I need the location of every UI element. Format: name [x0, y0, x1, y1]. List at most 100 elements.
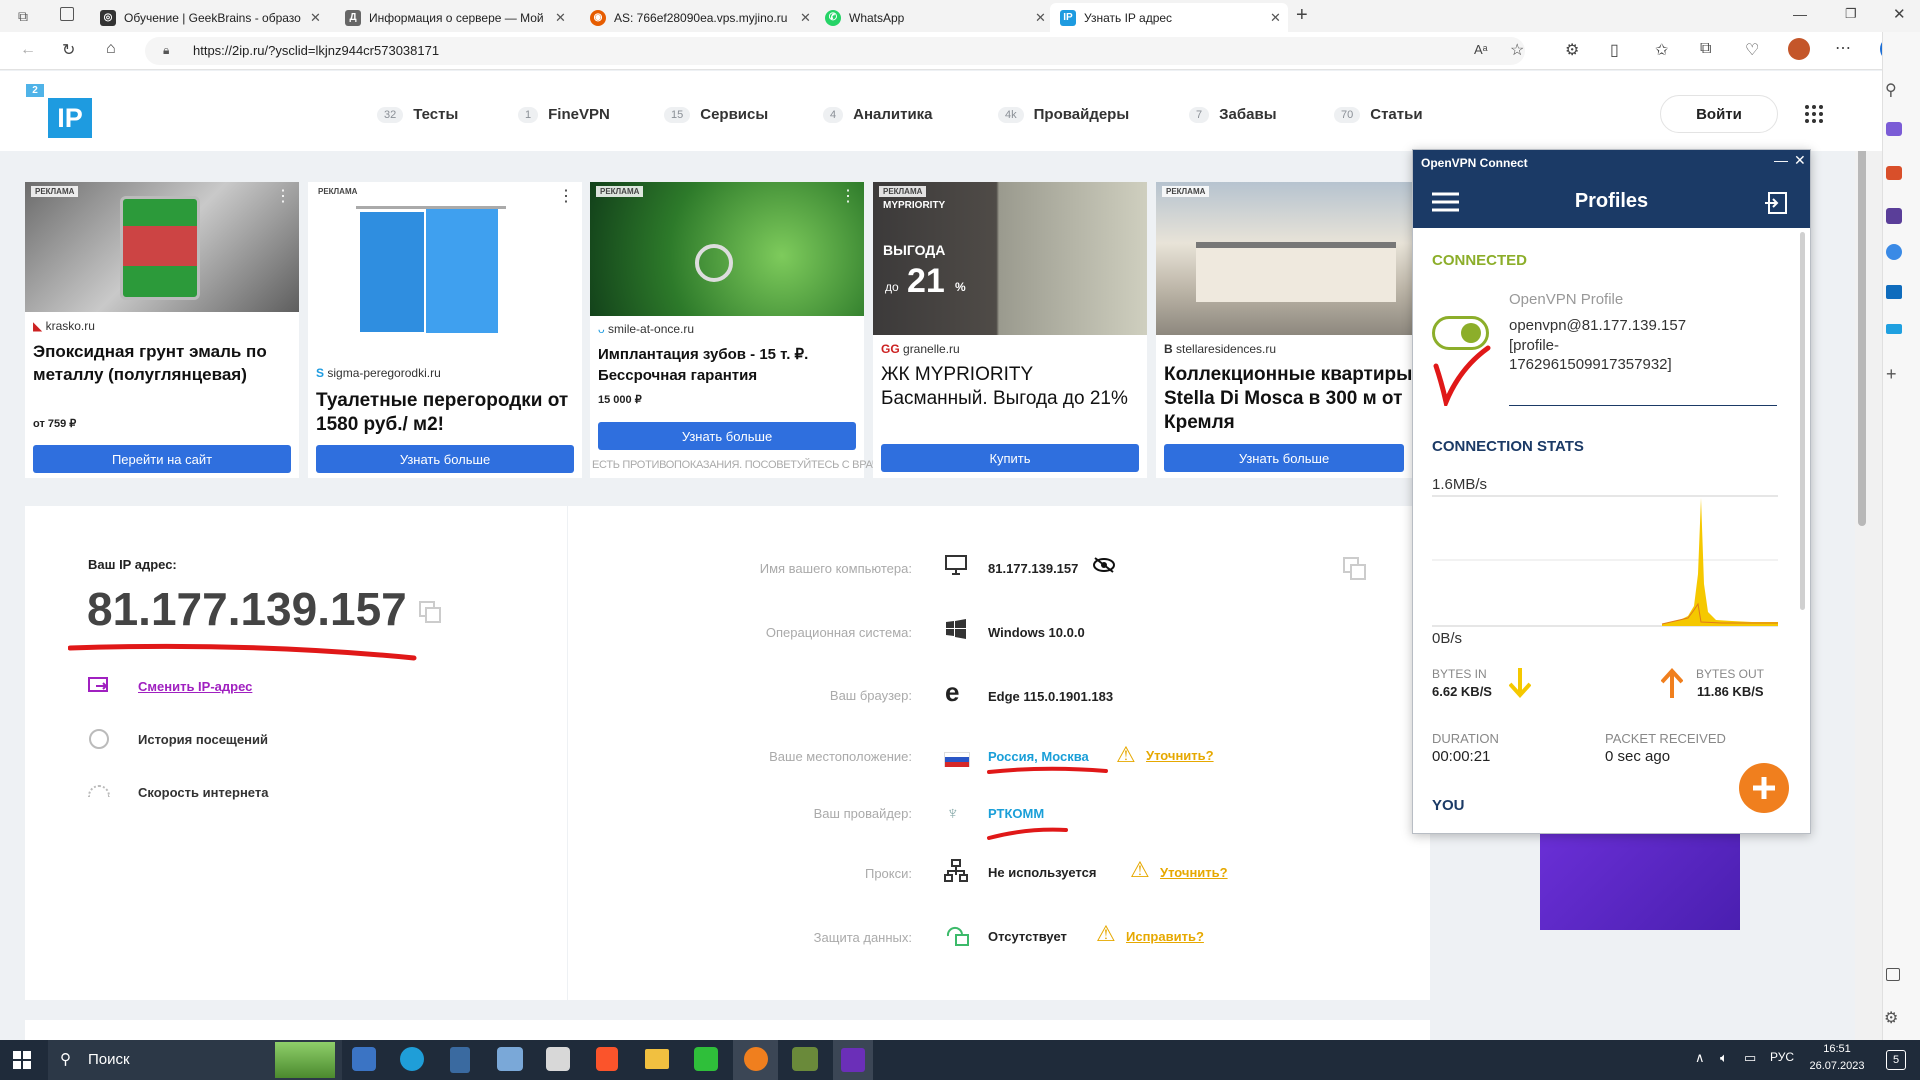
ad-menu-icon[interactable]: ⋮ — [275, 186, 291, 206]
ad-card[interactable]: РЕКЛАМА ⋮ S sigma-peregorodki.ru Туалетн… — [308, 182, 582, 478]
ad-card[interactable]: РЕКЛАМА ⋮ ◣ krasko.ru Эпоксидная грунт э… — [25, 182, 299, 478]
scrollbar-thumb[interactable] — [1858, 98, 1866, 526]
apps-grid-icon[interactable] — [1804, 104, 1824, 124]
ad-menu-icon[interactable]: ⋮ — [558, 186, 574, 206]
tray-chevron-icon[interactable]: ∧ — [1695, 1050, 1705, 1066]
app-icon[interactable] — [352, 1047, 376, 1071]
import-profile-icon[interactable] — [1764, 191, 1788, 215]
workspaces-icon[interactable]: ⧉ — [18, 8, 28, 25]
provider-value[interactable]: РТКОММ — [988, 806, 1044, 821]
close-icon[interactable]: ✕ — [1270, 10, 1281, 26]
ad-buy-button[interactable]: Купить — [881, 444, 1139, 472]
ad-learn-more-button[interactable]: Узнать больше — [598, 422, 856, 450]
ad-card[interactable]: РЕКЛАМА B stellaresidences.ru Коллекцион… — [1156, 182, 1412, 478]
close-icon[interactable]: ✕ — [555, 10, 566, 26]
close-icon[interactable]: ✕ — [310, 10, 321, 26]
app-icon[interactable] — [792, 1047, 818, 1071]
brave-icon[interactable] — [596, 1047, 618, 1071]
paint-icon[interactable] — [497, 1047, 523, 1071]
ad-learn-more-button[interactable]: Узнать больше — [1164, 444, 1404, 472]
ad-card[interactable]: MYPRIORITY ВЫГОДА до 21 % РЕКЛАМА GG gra… — [873, 182, 1147, 478]
file-explorer-icon[interactable] — [645, 1049, 669, 1069]
back-icon[interactable]: ← — [20, 41, 36, 59]
profile-avatar[interactable] — [1788, 38, 1810, 60]
outlook-icon[interactable] — [1886, 285, 1902, 299]
drop-icon[interactable] — [1886, 324, 1902, 334]
home-icon[interactable]: ⌂ — [106, 40, 116, 58]
calculator-icon[interactable] — [450, 1047, 470, 1073]
tools-icon[interactable] — [1886, 166, 1902, 180]
login-button[interactable]: Войти — [1660, 95, 1778, 133]
openvpn-taskbar-button[interactable] — [733, 1040, 778, 1080]
refresh-icon[interactable]: ↻ — [62, 40, 75, 60]
minimize-icon[interactable]: — — [1774, 152, 1788, 168]
hide-eye-icon[interactable] — [1092, 557, 1116, 573]
app-taskbar-button[interactable] — [833, 1040, 873, 1080]
browser-essentials-icon[interactable]: ♡ — [1745, 40, 1759, 60]
close-icon[interactable]: ✕ — [1035, 10, 1046, 26]
nav-analytics[interactable]: 4 Аналитика — [823, 106, 933, 123]
clarify-location-link[interactable]: Уточнить? — [1146, 748, 1214, 763]
settings-icon[interactable]: ⚙ — [1884, 1008, 1898, 1028]
ad-card[interactable]: РЕКЛАМА ⋮ ᴗ smile-at-once.ru Имплантация… — [590, 182, 896, 478]
tab-as[interactable]: ◉ AS: 766ef28090ea.vps.myjino.ru ✕ — [580, 3, 820, 32]
read-aloud-icon[interactable]: Aᵃ — [1474, 42, 1488, 57]
nav-services[interactable]: 15 Сервисы — [664, 106, 768, 123]
copy-icon[interactable] — [418, 600, 442, 624]
lock-icon[interactable]: 🔒︎ — [163, 43, 169, 58]
phone-icon[interactable] — [694, 1047, 718, 1071]
games-icon[interactable] — [1886, 208, 1902, 224]
extensions-icon[interactable]: ⚙ — [1565, 40, 1579, 60]
new-tab-icon[interactable]: + — [1296, 4, 1308, 27]
logo-small[interactable]: 2 — [26, 84, 44, 97]
sidebar-toggle-icon[interactable] — [1886, 968, 1900, 981]
app-icon[interactable] — [546, 1047, 570, 1071]
vpn-scrollbar[interactable] — [1800, 232, 1805, 610]
add-profile-button[interactable] — [1739, 763, 1789, 813]
language-indicator[interactable]: РУС — [1770, 1050, 1794, 1064]
restore-icon[interactable]: ❐ — [1845, 6, 1857, 22]
nav-articles[interactable]: 70 Статьи — [1334, 106, 1423, 123]
nav-providers[interactable]: 4k Провайдеры — [998, 106, 1129, 123]
network-icon[interactable]: ▭ — [1744, 1050, 1756, 1066]
change-ip-link[interactable]: Сменить IP-адрес — [138, 679, 252, 694]
collections-icon[interactable]: ⧉ — [1700, 40, 1711, 58]
edge-taskbar-icon[interactable] — [400, 1047, 424, 1071]
add-icon[interactable]: + — [1886, 364, 1897, 385]
nav-tests[interactable]: 32 Тесты — [377, 106, 458, 123]
notifications-icon[interactable]: 5 — [1886, 1050, 1906, 1070]
more-icon[interactable]: ⋯ — [1835, 38, 1851, 58]
split-screen-icon[interactable]: ▯ — [1610, 40, 1619, 60]
tab-2ip[interactable]: IP Узнать IP адрес ✕ — [1050, 3, 1288, 32]
favorite-star-icon[interactable]: ☆ — [1510, 40, 1524, 60]
logo[interactable]: IP — [48, 98, 92, 138]
history-link[interactable]: История посещений — [138, 732, 268, 747]
clarify-proxy-link[interactable]: Уточнить? — [1160, 865, 1228, 880]
favorites-icon[interactable]: ✩ — [1655, 40, 1668, 60]
close-window-icon[interactable]: ✕ — [1893, 5, 1906, 23]
search-icon[interactable]: ⚲ — [1885, 80, 1897, 100]
nav-finevpn[interactable]: 1 FineVPN — [518, 106, 610, 123]
clock-date[interactable]: 26.07.2023 — [1800, 1060, 1874, 1072]
nav-fun[interactable]: 7 Забавы — [1189, 106, 1277, 123]
windows-start-icon[interactable] — [13, 1051, 31, 1069]
url-text[interactable]: https://2ip.ru/?ysclid=lkjnz944cr5730381… — [193, 43, 439, 58]
speed-link[interactable]: Скорость интернета — [138, 785, 268, 800]
copy-icon[interactable] — [1342, 556, 1368, 582]
tab-server-info[interactable]: Д Информация о сервере — Мой ✕ — [335, 3, 575, 32]
tab-whatsapp[interactable]: ✆ WhatsApp ✕ — [815, 3, 1055, 32]
shopping-icon[interactable] — [1886, 122, 1902, 136]
ad-banner-purple[interactable] — [1540, 834, 1740, 930]
microsoft365-icon[interactable] — [1886, 244, 1902, 260]
clock-time[interactable]: 16:51 — [1806, 1043, 1868, 1055]
tab-actions-icon[interactable] — [60, 7, 74, 21]
close-icon[interactable]: ✕ — [1794, 152, 1806, 169]
ip-address[interactable]: 81.177.139.157 — [87, 582, 407, 636]
ad-visit-button[interactable]: Перейти на сайт — [33, 445, 291, 473]
ad-menu-icon[interactable]: ⋮ — [840, 186, 856, 206]
minimize-icon[interactable]: — — [1793, 6, 1807, 22]
fix-protection-link[interactable]: Исправить? — [1126, 929, 1204, 944]
ad-learn-more-button[interactable]: Узнать больше — [316, 445, 574, 473]
volume-icon[interactable]: 🔈︎ — [1720, 1050, 1728, 1066]
tab-geekbrains[interactable]: ◎ Обучение | GeekBrains - образо ✕ — [90, 3, 330, 32]
